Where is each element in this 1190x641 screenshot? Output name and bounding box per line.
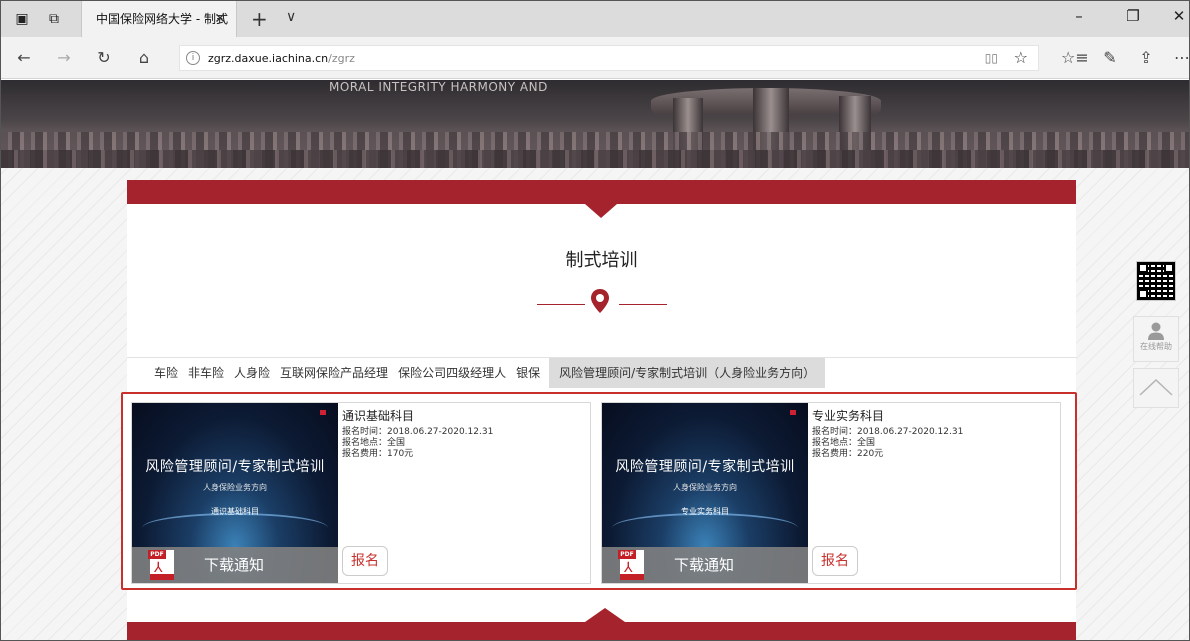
title-divider-right [619, 304, 667, 305]
hero-banner: MORAL INTEGRITY HARMONY AND [1, 80, 1189, 168]
navigation-bar: ← → ↻ ⌂ i zgrz.daxue.iachina.cn/zgrz ▯▯ … [1, 37, 1189, 79]
pdf-icon: PDF ⅄ [148, 550, 174, 580]
qr-code-image [1136, 261, 1176, 301]
registration-fee: 报名费用：170元 [342, 449, 414, 459]
thumbnail-subtitle: 人身保险业务方向 [673, 483, 737, 492]
thumbnail-logo [790, 409, 798, 416]
banner-motto: MORAL INTEGRITY HARMONY AND [329, 80, 548, 94]
registration-place: 报名地点：全国 [812, 438, 876, 448]
course-thumbnail[interactable]: 风险管理顾问/专家制式培训 人身保险业务方向 专业实务科目 PDF ⅄ 下载通知 [602, 403, 808, 583]
category-tabs: 车险 非车险 人身险 互联网保险产品经理 保险公司四级经理人 银保 风险管理顾问… [149, 358, 826, 388]
download-notice-label: 下载通知 [674, 556, 735, 574]
thumbnail-title: 风险管理顾问/专家制式培训 [145, 459, 325, 475]
online-help-label: 在线帮助 [1140, 342, 1172, 351]
download-notice-button[interactable]: PDF ⅄ 下载通知 [132, 547, 338, 583]
favorite-star-icon[interactable]: ☆ [1014, 48, 1028, 67]
pdf-foot [620, 574, 644, 580]
registration-fee: 报名费用：220元 [812, 449, 884, 459]
section-top-bar [127, 180, 1076, 204]
city-skyline-image [1, 150, 1189, 168]
qr-finder [1138, 289, 1148, 299]
tab-risk-management-consultant[interactable]: 风险管理顾问/专家制式培训（人身险业务方向） [549, 358, 826, 388]
course-info: 专业实务科目 报名时间：2018.06.27-2020.12.31 报名地点：全… [812, 407, 963, 460]
registration-time: 报名时间：2018.06.27-2020.12.31 [342, 427, 494, 437]
tab-life-insurance[interactable]: 人身险 [229, 358, 275, 388]
course-cards-highlight: 风险管理顾问/专家制式培训 人身保险业务方向 通识基础科目 PDF ⅄ 下载通知 [121, 392, 1077, 590]
pdf-foot [150, 574, 174, 580]
tab-close-icon[interactable]: ✕ [214, 1, 226, 37]
forward-icon[interactable]: → [53, 47, 75, 69]
tab-bar: ▣ ⧉ 中国保险网络大学 - 制式 ✕ + ∨ – ❐ ✕ [1, 1, 1189, 37]
share-icon[interactable]: ⇪ [1135, 47, 1157, 69]
thumbnail-subject: 通识基础科目 [211, 507, 259, 516]
thumbnail-subject: 专业实务科目 [681, 507, 729, 516]
pdf-icon: PDF ⅄ [618, 550, 644, 580]
customer-service-icon [1148, 322, 1164, 340]
back-icon[interactable]: ← [13, 47, 35, 69]
page-background: MORAL INTEGRITY HARMONY AND 制式培训 车险 非车险 … [1, 80, 1189, 640]
section-bottom-arrow [585, 608, 625, 622]
refresh-icon[interactable]: ↻ [93, 47, 115, 69]
download-notice-label: 下载通知 [204, 556, 265, 574]
course-info: 通识基础科目 报名时间：2018.06.27-2020.12.31 报名地点：全… [342, 407, 493, 460]
thumbnail-subtitle: 人身保险业务方向 [203, 483, 267, 492]
download-notice-button[interactable]: PDF ⅄ 下载通知 [602, 547, 808, 583]
tab-actions-icon[interactable]: ▣ [13, 10, 31, 28]
registration-place: 报名地点：全国 [342, 438, 406, 448]
set-aside-tabs-icon[interactable]: ⧉ [45, 10, 63, 28]
signup-button[interactable]: 报名 [812, 546, 858, 576]
online-help-button[interactable]: 在线帮助 [1133, 316, 1179, 362]
qr-finder [1164, 263, 1174, 273]
signup-button[interactable]: 报名 [342, 546, 388, 576]
url-text: zgrz.daxue.iachina.cn/zgrz [208, 52, 355, 65]
tab-level4-manager[interactable]: 保险公司四级经理人 [393, 358, 511, 388]
web-note-icon[interactable]: ✎ [1099, 47, 1121, 69]
maximize-icon[interactable]: ❐ [1123, 7, 1143, 25]
thumbnail-logo [320, 409, 328, 416]
more-icon[interactable]: ⋯ [1171, 47, 1189, 69]
url-path: /zgrz [328, 52, 355, 65]
course-title[interactable]: 专业实务科目 [812, 407, 963, 424]
address-bar[interactable]: i zgrz.daxue.iachina.cn/zgrz ▯▯ ☆ [179, 45, 1039, 71]
back-to-top-button[interactable] [1133, 368, 1179, 408]
reading-view-icon[interactable]: ▯▯ [985, 51, 998, 65]
tab-active[interactable]: 中国保险网络大学 - 制式 ✕ [81, 1, 237, 37]
browser-window: ▣ ⧉ 中国保险网络大学 - 制式 ✕ + ∨ – ❐ ✕ ← → ↻ ⌂ i … [0, 0, 1190, 641]
pdf-tag: PDF [618, 550, 636, 559]
tab-preview-icon[interactable]: ∨ [286, 9, 296, 25]
site-info-icon[interactable]: i [186, 51, 200, 65]
course-title[interactable]: 通识基础科目 [342, 407, 493, 424]
tab-auto-insurance[interactable]: 车险 [149, 358, 183, 388]
close-window-icon[interactable]: ✕ [1169, 7, 1189, 25]
chevron-up-icon [1139, 378, 1173, 396]
registration-time: 报名时间：2018.06.27-2020.12.31 [812, 427, 964, 437]
pdf-tag: PDF [148, 550, 166, 559]
course-thumbnail[interactable]: 风险管理顾问/专家制式培训 人身保险业务方向 通识基础科目 PDF ⅄ 下载通知 [132, 403, 338, 583]
thumbnail-glow [612, 513, 798, 543]
course-card: 风险管理顾问/专家制式培训 人身保险业务方向 专业实务科目 PDF ⅄ 下载通知 [601, 402, 1061, 584]
url-host: zgrz.daxue.iachina.cn [208, 52, 329, 65]
tab-non-auto-insurance[interactable]: 非车险 [183, 358, 229, 388]
new-tab-button[interactable]: + [251, 7, 268, 31]
location-pin-icon [591, 289, 609, 313]
main-content: 制式培训 车险 非车险 人身险 互联网保险产品经理 保险公司四级经理人 银保 风… [121, 180, 1077, 640]
course-card: 风险管理顾问/专家制式培训 人身保险业务方向 通识基础科目 PDF ⅄ 下载通知 [131, 402, 591, 584]
qr-finder [1138, 263, 1148, 273]
thumbnail-title: 风险管理顾问/专家制式培训 [615, 459, 795, 475]
tab-internet-product-manager[interactable]: 互联网保险产品经理 [275, 358, 393, 388]
title-divider-left [537, 304, 585, 305]
minimize-icon[interactable]: – [1069, 7, 1089, 25]
home-icon[interactable]: ⌂ [133, 47, 155, 69]
section-top-arrow [585, 204, 617, 218]
thumbnail-glow [142, 513, 328, 543]
section-bottom-bar [127, 622, 1076, 640]
favorites-hub-icon[interactable]: ☆≡ [1061, 47, 1089, 69]
section-title: 制式培训 [565, 250, 638, 271]
tab-title: 中国保险网络大学 - 制式 [96, 12, 228, 26]
tab-bancassurance[interactable]: 银保 [511, 358, 545, 388]
